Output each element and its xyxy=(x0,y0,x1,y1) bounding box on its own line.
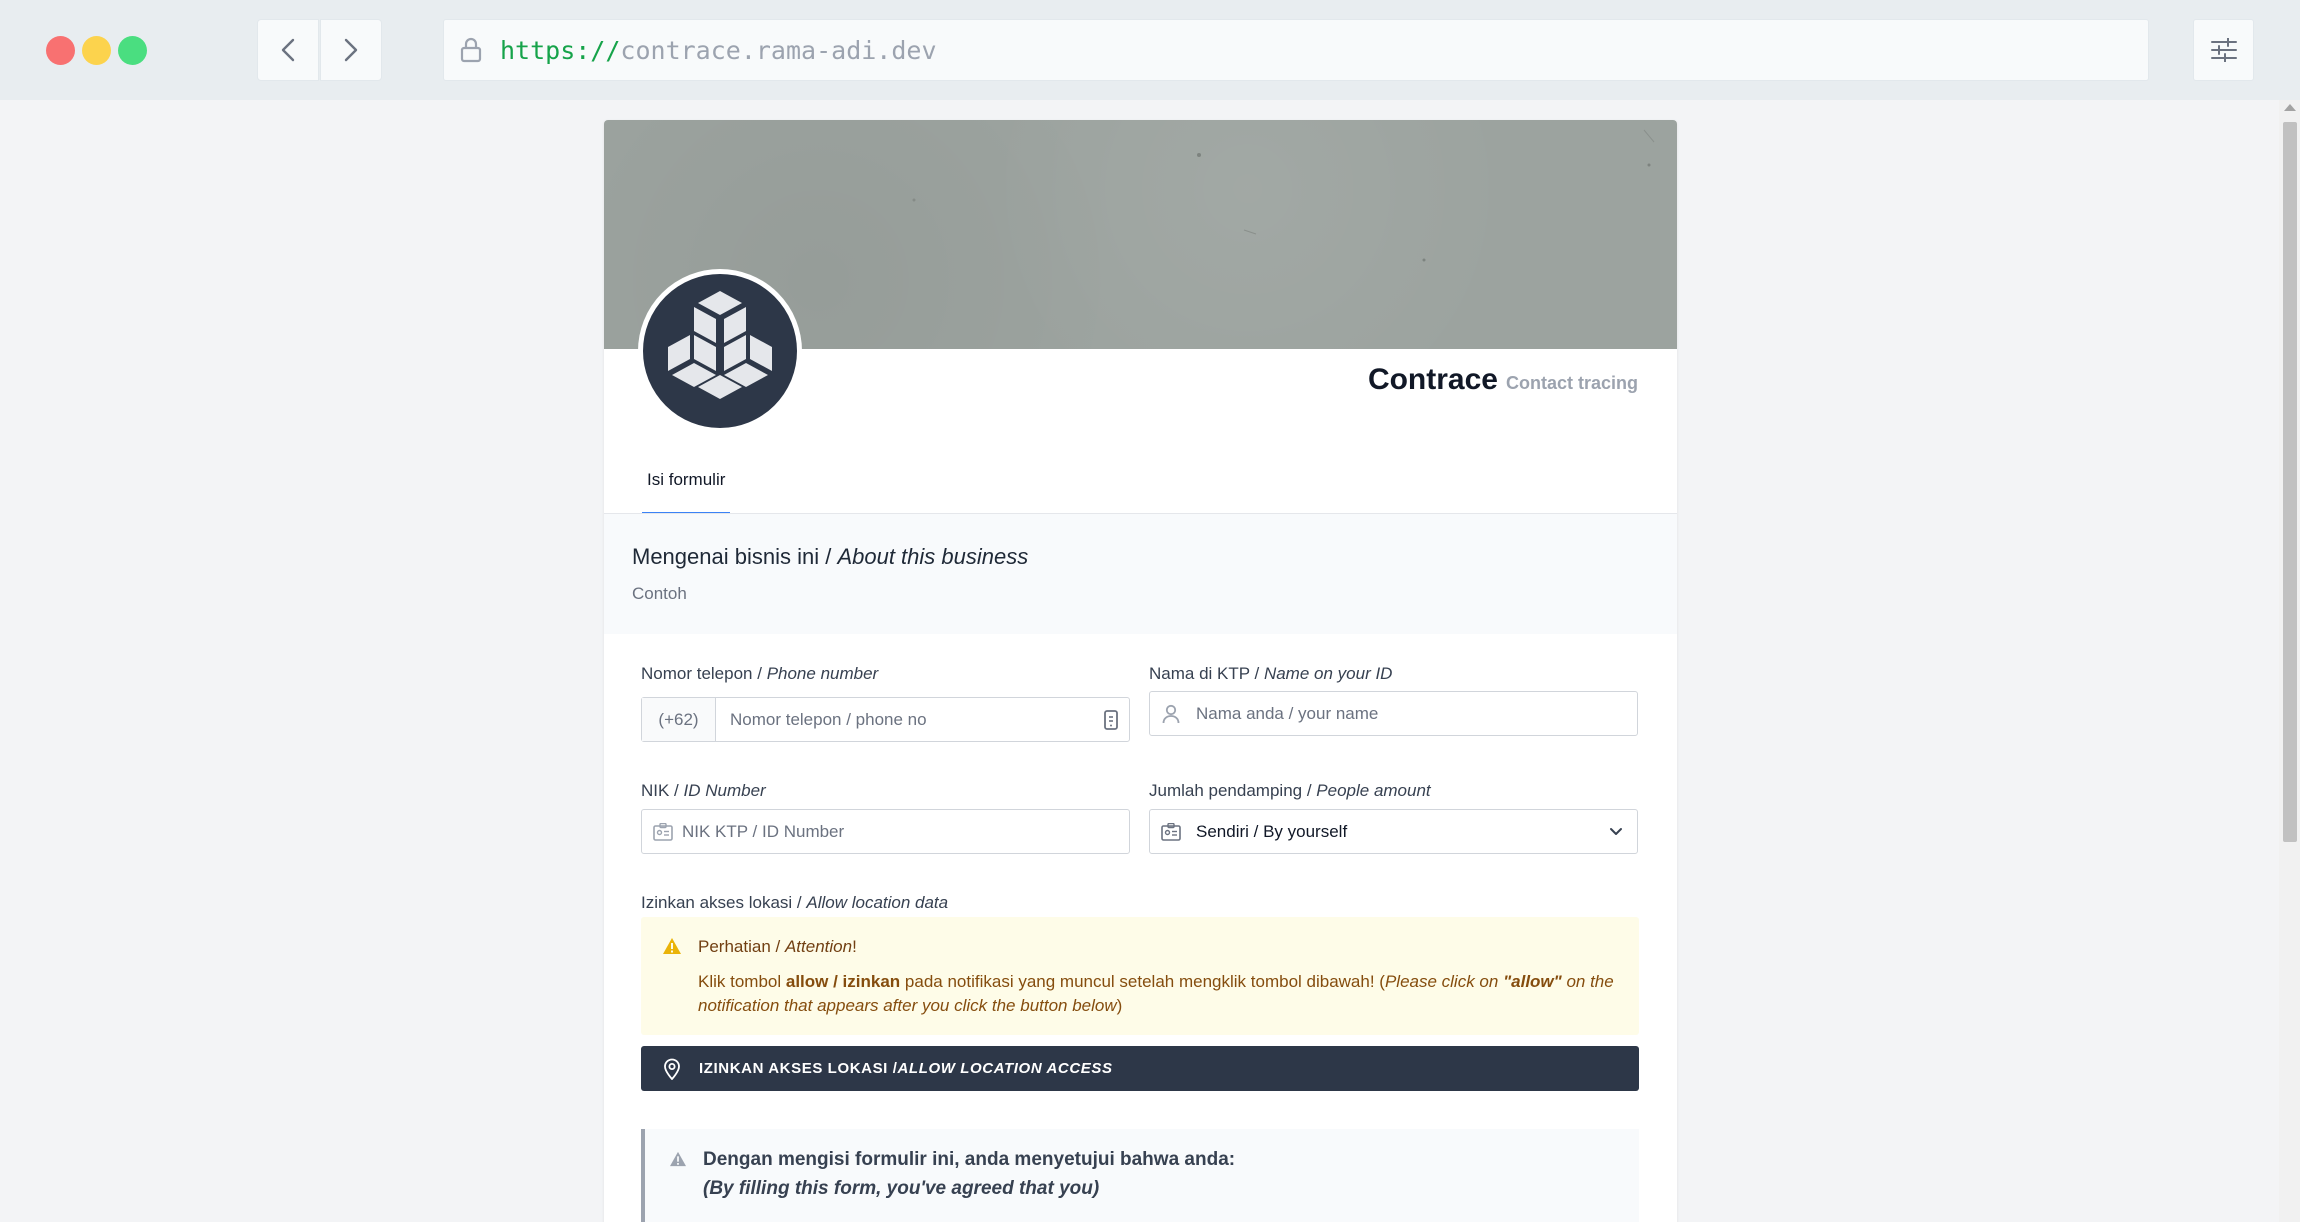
people-select[interactable]: Sendiri / By yourself xyxy=(1149,809,1638,854)
allow-location-button[interactable]: IZINKAN AKSES LOKASI / ALLOW LOCATION ACC… xyxy=(641,1046,1639,1091)
phone-field[interactable]: (+62) Nomor telepon / phone no xyxy=(641,697,1130,742)
phone-prefix: (+62) xyxy=(642,698,716,741)
agreement-title: Dengan mengisi formulir ini, anda menyet… xyxy=(703,1149,1236,1170)
alert-title-en: Attention xyxy=(784,937,853,956)
id-card-icon xyxy=(642,822,678,841)
form-card: Contrace Contact tracing Isi formulir Me… xyxy=(604,120,1677,1222)
sliders-icon xyxy=(2210,38,2237,62)
brand-heading: Contrace Contact tracing xyxy=(1368,363,1638,397)
minimize-window-button[interactable] xyxy=(82,36,111,65)
nik-label-id: NIK / xyxy=(641,781,684,800)
phone-label: Nomor telepon / Phone number xyxy=(641,664,878,684)
alert-title-id: Perhatian / xyxy=(698,937,785,956)
tab-label: Isi formulir xyxy=(647,470,726,489)
scrollbar-thumb[interactable] xyxy=(2283,122,2297,842)
alert-body-bold: allow / izinkan xyxy=(785,972,901,991)
phone-input[interactable]: Nomor telepon / phone no xyxy=(730,710,1103,730)
mobile-phone-icon xyxy=(1103,709,1119,730)
name-label: Nama di KTP / Name on your ID xyxy=(1149,664,1392,684)
about-title-en: About this business xyxy=(837,544,1029,569)
nik-input[interactable]: NIK KTP / ID Number xyxy=(682,822,844,842)
lock-icon xyxy=(454,33,488,67)
alert-title-end: ! xyxy=(852,937,857,956)
map-pin-icon xyxy=(663,1058,681,1080)
url-protocol: https:// xyxy=(500,35,621,65)
people-selected-value: Sendiri / By yourself xyxy=(1196,821,1348,841)
alert-body-end: ) xyxy=(1116,996,1123,1015)
location-label-en: Allow location data xyxy=(806,893,949,912)
location-label: Izinkan akses lokasi / Allow location da… xyxy=(641,893,948,913)
nik-label-en: ID Number xyxy=(683,781,766,800)
maximize-window-button[interactable] xyxy=(118,36,147,65)
name-field[interactable]: Nama anda / your name xyxy=(1149,691,1638,736)
back-button[interactable] xyxy=(257,19,319,81)
forward-button[interactable] xyxy=(320,19,382,81)
name-label-en: Name on your ID xyxy=(1263,664,1393,683)
people-label-en: People amount xyxy=(1316,781,1431,800)
location-label-id: Izinkan akses lokasi / xyxy=(641,893,807,912)
chevron-right-icon xyxy=(344,38,358,62)
tab-isi-formulir[interactable]: Isi formulir xyxy=(642,470,731,515)
user-icon xyxy=(1150,704,1186,724)
cube-logo-icon xyxy=(668,291,772,399)
id-card-icon xyxy=(1150,822,1186,841)
brand-name: Contrace xyxy=(1367,363,1498,396)
phone-label-en: Phone number xyxy=(766,664,879,683)
nik-label: NIK / ID Number xyxy=(641,781,766,801)
warning-icon xyxy=(669,1151,687,1172)
about-title-id: Mengenai bisnis ini / xyxy=(632,544,838,569)
name-label-id: Nama di KTP / xyxy=(1149,664,1264,683)
alert-title: Perhatian / Attention! xyxy=(698,937,857,957)
chevron-left-icon xyxy=(281,38,295,62)
alert-body-part: Klik tombol xyxy=(698,972,786,991)
alert-body: Klik tombol allow / izinkan pada notifik… xyxy=(698,970,1618,1018)
alert-body-part: pada notifikasi yang muncul setelah meng… xyxy=(900,972,1385,991)
allow-location-label-en: ALLOW LOCATION ACCESS xyxy=(897,1060,1113,1077)
allow-location-label-id: IZINKAN AKSES LOKASI / xyxy=(699,1060,898,1077)
agreement-notice: Dengan mengisi formulir ini, anda menyet… xyxy=(641,1129,1639,1222)
brand-subtitle: Contact tracing xyxy=(1505,373,1638,393)
attention-alert: Perhatian / Attention! Klik tombol allow… xyxy=(641,917,1639,1035)
about-title: Mengenai bisnis ini / About this busines… xyxy=(632,544,1028,570)
close-window-button[interactable] xyxy=(46,36,75,65)
nik-field[interactable]: NIK KTP / ID Number xyxy=(641,809,1130,854)
settings-button[interactable] xyxy=(2193,19,2254,81)
url-host: contrace.rama-adi.dev xyxy=(620,35,937,65)
address-bar[interactable]: https://contrace.rama-adi.dev xyxy=(443,19,2149,81)
alert-body-italic: Please click on xyxy=(1384,972,1504,991)
browser-toolbar: https://contrace.rama-adi.dev xyxy=(0,0,2300,100)
alert-body-italic-bold: "allow" xyxy=(1503,972,1562,991)
warning-icon xyxy=(662,937,682,960)
about-subtitle: Contoh xyxy=(632,584,687,603)
scroll-up-arrow[interactable] xyxy=(2284,104,2296,111)
about-section: Mengenai bisnis ini / About this busines… xyxy=(604,514,1677,634)
chevron-down-icon xyxy=(1609,827,1623,837)
phone-label-id: Nomor telepon / xyxy=(641,664,767,683)
business-logo xyxy=(638,269,802,433)
agreement-subtitle: (By filling this form, you've agreed tha… xyxy=(703,1178,1100,1199)
name-input[interactable]: Nama anda / your name xyxy=(1196,704,1378,724)
people-label-id: Jumlah pendamping / xyxy=(1149,781,1317,800)
people-label: Jumlah pendamping / People amount xyxy=(1149,781,1431,801)
